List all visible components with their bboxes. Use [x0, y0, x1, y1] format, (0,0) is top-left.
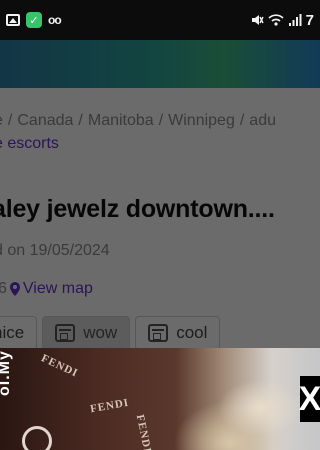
reaction-label: wow	[83, 323, 118, 342]
category-link[interactable]: e escorts	[0, 135, 320, 153]
status-bar: ✓ oo 7	[0, 0, 320, 40]
breadcrumb-item-manitoba[interactable]: Manitoba	[88, 112, 154, 129]
reaction-wow-button[interactable]: wow	[42, 316, 131, 350]
ad-watermark: ol.My	[0, 350, 13, 396]
voicemail-icon: oo	[48, 13, 62, 27]
ad-close-button[interactable]: X	[299, 376, 320, 422]
signal-icon	[288, 13, 302, 27]
ad-brand-print: FENDI	[133, 413, 154, 450]
breadcrumb-separator: /	[239, 112, 245, 129]
listing-title: aley jewelz downtown....	[0, 195, 275, 223]
reaction-cool-button[interactable]: cool	[135, 316, 221, 350]
reaction-nice-button[interactable]: nice	[0, 316, 38, 350]
app-icon: ✓	[26, 12, 42, 28]
breadcrumb-item-winnipeg[interactable]: Winnipeg	[168, 112, 235, 129]
breadcrumb-item-adu[interactable]: adu	[249, 112, 276, 129]
status-left-icons: ✓ oo	[6, 12, 62, 28]
location-line: 6 View map	[0, 280, 320, 298]
reaction-label: nice	[0, 323, 25, 342]
breadcrumb: e/Canada/Manitoba/Winnipeg/adu	[0, 112, 320, 130]
listing-id-fragment: 6	[0, 280, 7, 297]
view-map-link[interactable]: View map	[9, 280, 93, 298]
reaction-label: cool	[176, 323, 208, 342]
ad-brand-print: FENDI	[89, 396, 130, 416]
map-pin-icon	[9, 282, 20, 296]
breadcrumb-separator: /	[7, 112, 13, 129]
status-time: 7	[305, 11, 314, 29]
view-map-label: View map	[22, 280, 93, 297]
reaction-card-icon	[55, 324, 76, 342]
header-banner	[0, 40, 320, 88]
reaction-card-icon	[148, 324, 169, 342]
ad-monogram-graphic	[22, 426, 52, 450]
listing-content: e/Canada/Manitoba/Winnipeg/adu e escorts…	[0, 112, 320, 298]
breadcrumb-item-canada[interactable]: Canada	[17, 112, 73, 129]
gallery-icon	[6, 14, 20, 26]
reaction-buttons: nice wow cool	[0, 316, 225, 350]
mute-icon	[250, 13, 264, 27]
ad-banner[interactable]: ol.My FENDI FENDI FENDI X	[0, 348, 320, 450]
breadcrumb-separator: /	[158, 112, 164, 129]
posted-date: d on 19/05/2024	[0, 242, 110, 259]
wifi-icon	[268, 13, 284, 27]
ad-brand-print: FENDI	[39, 352, 80, 380]
breadcrumb-item[interactable]: e	[0, 112, 3, 129]
status-right-icons: 7	[250, 12, 314, 29]
breadcrumb-separator: /	[78, 112, 83, 129]
